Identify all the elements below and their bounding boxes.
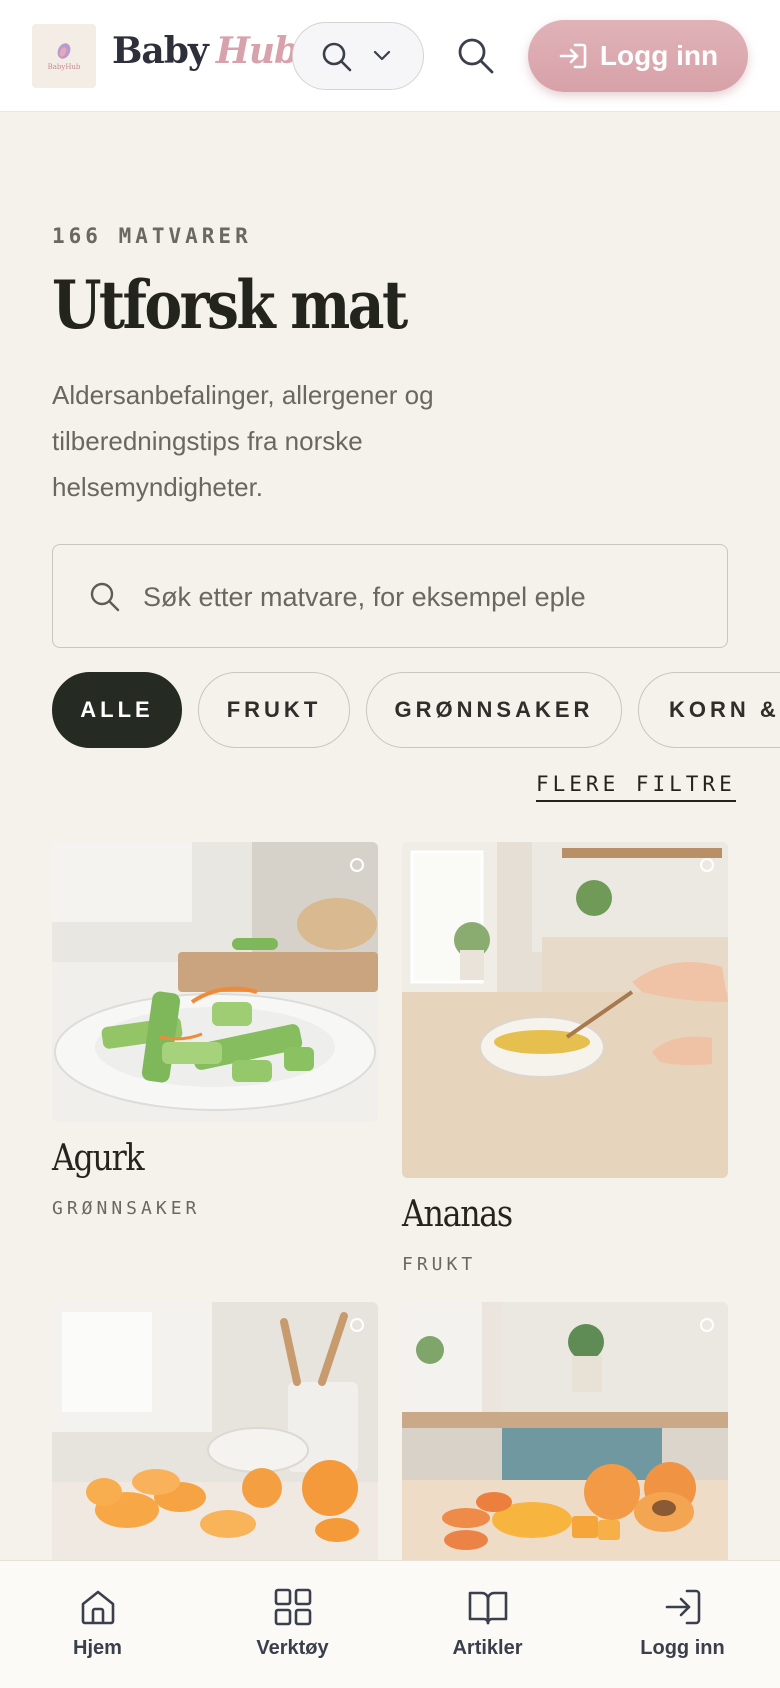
food-category: FRUKT <box>402 1254 477 1275</box>
favorite-indicator[interactable] <box>700 858 714 872</box>
login-button[interactable]: Logg inn <box>528 20 748 92</box>
search-icon <box>90 582 120 612</box>
favorite-indicator[interactable] <box>350 858 364 872</box>
food-count: 166 MATVARER <box>52 224 252 248</box>
food-name: Ananas <box>402 1194 513 1235</box>
food-image-clementine <box>52 1302 378 1560</box>
login-label: Logg inn <box>599 40 719 71</box>
food-card-ananas[interactable]: Ananas FRUKT <box>402 842 728 1288</box>
top-header: BabyHub Baby Hub Logg inn <box>0 0 780 112</box>
bottom-navigation: Hjem Verktøy Artikler Logg inn <box>0 1560 780 1688</box>
logo[interactable]: BabyHub <box>32 24 96 88</box>
favorite-indicator[interactable] <box>350 1318 364 1332</box>
apricot-photo <box>402 1302 728 1560</box>
nav-item-home[interactable]: Hjem <box>0 1561 195 1688</box>
search-dropdown-button[interactable] <box>292 22 424 90</box>
login-icon <box>665 1589 700 1625</box>
logo-text: BabyHub <box>47 63 81 71</box>
search-input[interactable] <box>143 573 703 621</box>
food-image-pineapple <box>402 842 728 1178</box>
nav-label: Artikler <box>452 1637 523 1659</box>
brand-name[interactable]: Baby Hub <box>112 30 299 72</box>
food-category: GRØNNSAKER <box>52 1198 201 1219</box>
chip-fruit[interactable]: FRUKT <box>198 672 350 748</box>
leaf-icon <box>57 43 71 59</box>
pineapple-photo <box>402 842 728 1178</box>
brand-first: Baby <box>112 30 209 72</box>
food-card-3[interactable] <box>52 1302 378 1560</box>
page-title: Utforsk mat <box>52 266 408 344</box>
food-card-4[interactable] <box>402 1302 728 1560</box>
search-icon <box>322 42 352 72</box>
nav-item-tools[interactable]: Verktøy <box>195 1561 390 1688</box>
book-icon <box>468 1591 507 1625</box>
chip-vegetables[interactable]: GRØNNSAKER <box>366 672 622 748</box>
nav-label: Hjem <box>73 1637 122 1659</box>
food-card-agurk[interactable]: Agurk GRØNNSAKER <box>52 842 378 1232</box>
food-name: Agurk <box>52 1138 145 1179</box>
category-filter-chips: ALLE FRUKT GRØNNSAKER KORN & <box>52 672 780 748</box>
clementine-photo <box>52 1302 378 1560</box>
grid-icon <box>274 1588 311 1626</box>
food-search-field[interactable] <box>52 544 728 648</box>
favorite-indicator[interactable] <box>700 1318 714 1332</box>
food-image-cucumber <box>52 842 378 1122</box>
chevron-down-icon <box>373 50 391 61</box>
chip-all[interactable]: ALLE <box>52 672 182 748</box>
page-subtitle: Aldersanbefalinger, allergener og tilber… <box>52 380 434 502</box>
search-icon[interactable] <box>456 36 496 76</box>
chip-grains[interactable]: KORN & <box>638 672 780 748</box>
cucumber-photo <box>52 842 378 1122</box>
nav-label: Verktøy <box>256 1637 329 1659</box>
more-filters-link[interactable]: FLERE FILTRE <box>536 772 736 802</box>
nav-item-login[interactable]: Logg inn <box>585 1561 780 1688</box>
nav-label: Logg inn <box>640 1637 725 1659</box>
food-image-apricot <box>402 1302 728 1560</box>
home-icon <box>81 1590 114 1625</box>
nav-item-articles[interactable]: Artikler <box>390 1561 585 1688</box>
login-icon <box>559 43 587 69</box>
brand-second: Hub <box>215 30 299 72</box>
